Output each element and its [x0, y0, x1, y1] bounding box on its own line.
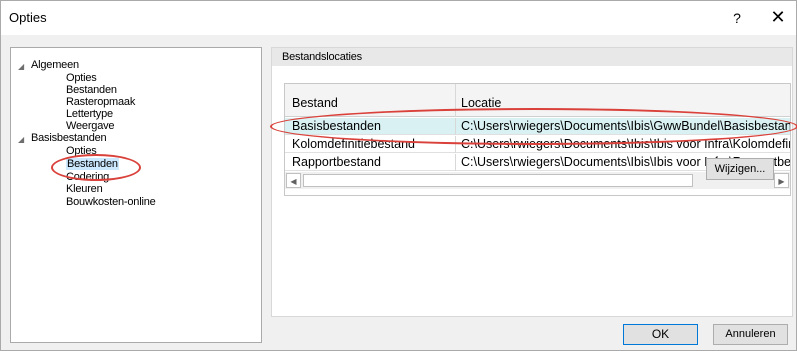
column-divider[interactable] [455, 84, 456, 117]
tree-item-rasteropmaak[interactable]: Rasteropmaak [66, 96, 135, 108]
column-header-bestand[interactable]: Bestand [292, 96, 338, 110]
tree-item-algemeen-bestanden[interactable]: Bestanden [66, 84, 117, 96]
cell-bestand: Rapportbestand [292, 155, 381, 169]
edit-button[interactable]: Wijzigen... [706, 158, 774, 180]
cell-locatie: C:\Users\rwiegers\Documents\Ibis\Ibis vo… [461, 137, 791, 151]
cell-locatie: C:\Users\rwiegers\Documents\Ibis\GwwBund… [461, 119, 791, 133]
scroll-thumb[interactable] [303, 174, 693, 187]
cell-bestand: Basisbestanden [292, 119, 381, 133]
file-locations-panel: Bestandslocaties Bestand Locatie Basisbe… [270, 47, 797, 317]
tree-item-basis-opties[interactable]: Opties [66, 145, 97, 157]
row-divider [455, 136, 456, 153]
tree-item-basisbestanden[interactable]: ◢ Basisbestanden [18, 132, 107, 144]
tree-item-bouwkosten-online[interactable]: Bouwkosten-online [66, 196, 156, 208]
ok-button[interactable]: OK [623, 324, 698, 345]
tree-item-kleuren[interactable]: Kleuren [66, 183, 103, 195]
title-bar: Opties ? ✕ [1, 1, 796, 35]
options-tree: ◢ Algemeen Opties Bestanden Rasteropmaak… [10, 47, 262, 343]
row-divider [455, 118, 456, 135]
row-divider [455, 154, 456, 171]
expand-arrow-icon[interactable]: ◢ [18, 134, 24, 146]
help-button[interactable]: ? [723, 5, 751, 31]
table-row[interactable]: Kolomdefinitiebestand C:\Users\rwiegers\… [285, 136, 791, 153]
tree-item-basis-bestanden[interactable]: Bestanden [66, 158, 119, 170]
scroll-right-icon[interactable]: ▶ [774, 173, 789, 188]
tree-item-codering[interactable]: Codering [66, 171, 109, 183]
column-header-locatie[interactable]: Locatie [461, 96, 501, 110]
window-title: Opties [9, 10, 47, 25]
cancel-button[interactable]: Annuleren [713, 324, 788, 345]
cell-bestand: Kolomdefinitiebestand [292, 137, 415, 151]
options-dialog: Opties ? ✕ ◢ Algemeen Opties Bestanden R… [0, 0, 797, 351]
tree-item-algemeen[interactable]: ◢ Algemeen [18, 59, 79, 71]
table-row[interactable]: Basisbestanden C:\Users\rwiegers\Documen… [285, 118, 791, 135]
tree-item-algemeen-opties[interactable]: Opties [66, 72, 97, 84]
grid-header: Bestand Locatie [285, 84, 790, 117]
tree-item-weergave[interactable]: Weergave [66, 120, 115, 132]
panel-header: Bestandslocaties [272, 48, 792, 66]
tree-item-lettertype[interactable]: Lettertype [66, 108, 113, 120]
close-icon[interactable]: ✕ [761, 5, 795, 31]
scroll-left-icon[interactable]: ◀ [286, 173, 301, 188]
expand-arrow-icon[interactable]: ◢ [18, 61, 24, 73]
